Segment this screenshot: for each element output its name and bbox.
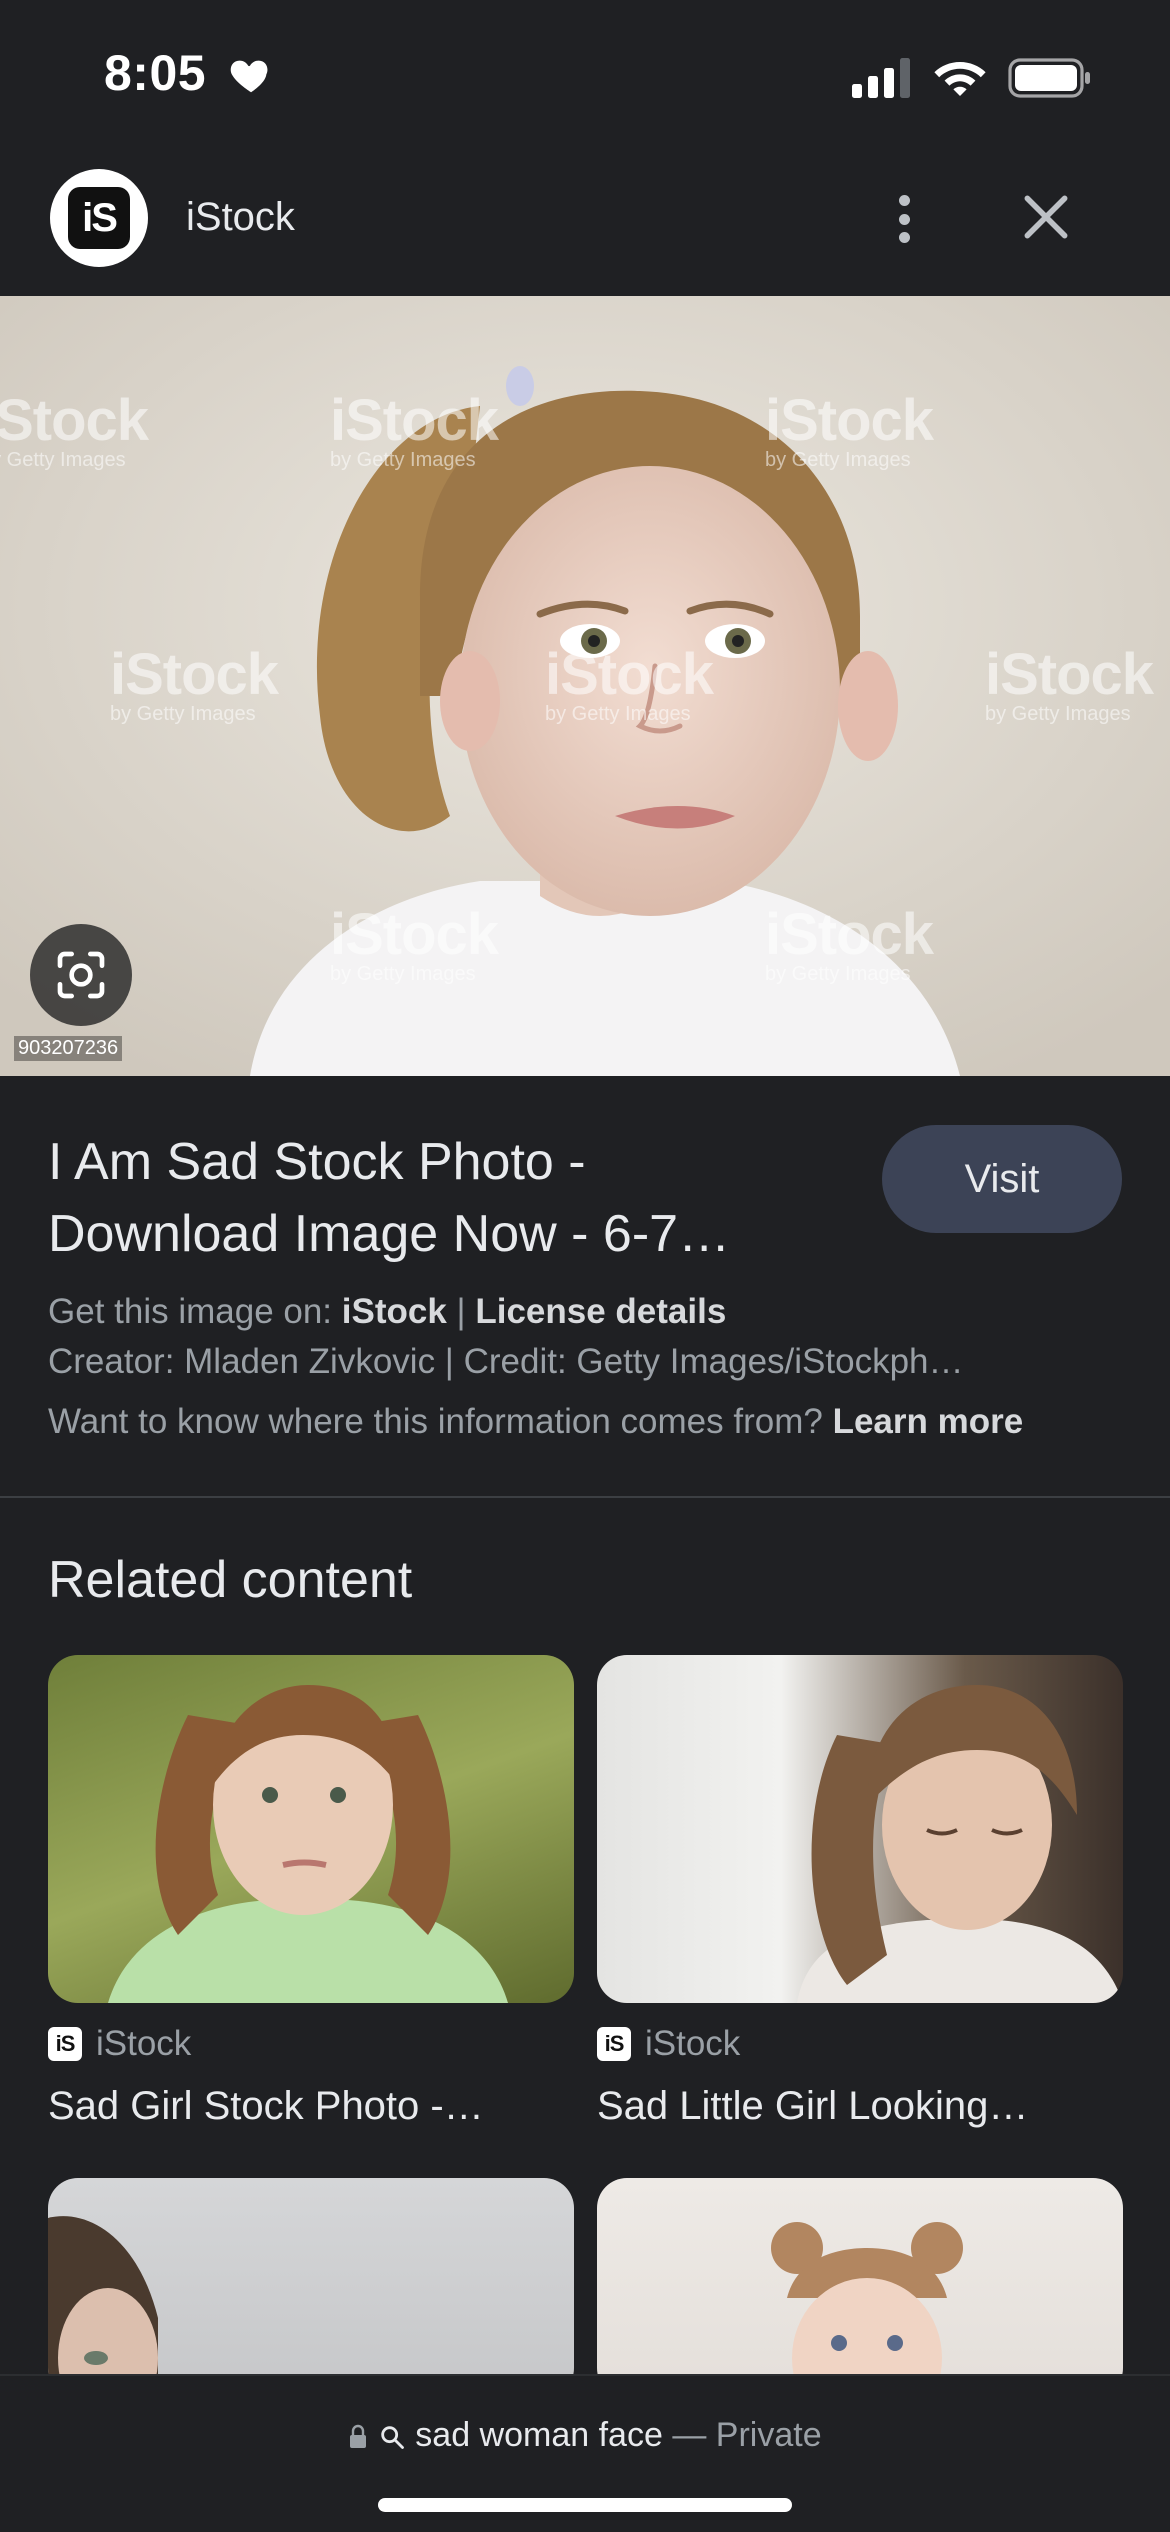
search-query: sad woman face (415, 2416, 663, 2454)
result-title[interactable]: I Am Sad Stock Photo - Download Image No… (48, 1126, 828, 1270)
lock-icon (350, 2424, 367, 2449)
search-icon (381, 2426, 404, 2449)
logo-text: iS (68, 187, 130, 249)
watermark: iStockby Getty Images (985, 642, 1154, 725)
heart-icon (230, 60, 268, 93)
thumbnail-image (48, 2216, 158, 2398)
page: 8:05 iS iStock Stock Getty Images iStock… (0, 0, 1170, 2532)
watermark: iStockby Getty Images (0, 388, 149, 471)
get-image-line: Get this image on: iStock | License deta… (48, 1292, 727, 1331)
watermark: iStockby Getty Images (765, 388, 934, 471)
result-header: iS iStock (0, 165, 1170, 295)
thumbnail-image (108, 1685, 508, 2003)
watermark: iStockby Getty Images (110, 642, 279, 725)
site-name[interactable]: iStock (186, 195, 295, 240)
related-title[interactable]: Sad Girl Stock Photo -… (48, 2084, 574, 2129)
watermark: iStockby Getty Images (765, 902, 934, 985)
address-bar[interactable]: sad woman face — Private (0, 2416, 1170, 2455)
google-lens-button[interactable] (30, 924, 132, 1026)
thumbnail-image (771, 2222, 963, 2398)
related-thumbnail[interactable] (597, 2178, 1123, 2398)
lens-icon (57, 951, 105, 999)
divider (0, 1496, 1170, 1498)
related-title[interactable]: Sad Little Girl Looking… (597, 2084, 1123, 2129)
image-id: 903207236 (14, 1036, 123, 1061)
browser-bottom-bar: sad woman face — Private (0, 2374, 1170, 2532)
creator-line: Creator: Mladen Zivkovic | Credit: Getty… (48, 1342, 964, 1381)
status-time: 8:05 (104, 45, 207, 101)
related-source: iS iStock (48, 2024, 191, 2064)
istock-logo-icon: iS (597, 2027, 631, 2061)
istock-link[interactable]: iStock (342, 1292, 447, 1331)
istock-logo[interactable]: iS (50, 169, 148, 267)
battery-icon (1008, 58, 1090, 98)
watermark: iStockby Getty Images (545, 642, 714, 725)
related-thumbnail[interactable] (48, 1655, 574, 2003)
related-content-heading: Related content (48, 1551, 413, 1609)
status-bar: 8:05 (0, 0, 1170, 150)
close-icon[interactable] (1018, 189, 1074, 245)
learn-more-link[interactable]: Learn more (833, 1402, 1024, 1441)
private-label: Private (715, 2416, 822, 2454)
wifi-icon (934, 62, 986, 96)
hero-image[interactable]: iStockby Getty Images iStockby Getty Ima… (0, 296, 1170, 1076)
more-options-icon[interactable] (874, 187, 934, 251)
home-indicator[interactable] (378, 2498, 792, 2512)
license-details-link[interactable]: License details (475, 1292, 726, 1331)
watermark: iStockby Getty Images (330, 902, 499, 985)
cellular-signal-icon (852, 58, 910, 98)
thumbnail-image (797, 1685, 1123, 2003)
related-thumbnail[interactable] (597, 1655, 1123, 2003)
watermark: iStockby Getty Images (330, 388, 499, 471)
istock-logo-icon: iS (48, 2027, 82, 2061)
visit-button[interactable]: Visit (882, 1125, 1122, 1233)
related-thumbnail[interactable] (48, 2178, 574, 2398)
related-source: iS iStock (597, 2024, 740, 2064)
info-source-line: Want to know where this information come… (48, 1402, 1024, 1441)
